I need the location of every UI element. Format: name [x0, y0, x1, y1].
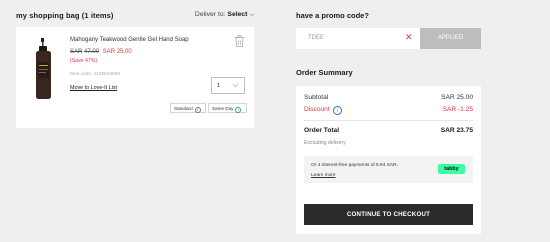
discount-label: Discount	[304, 106, 330, 113]
subtotal-label: Subtotal	[304, 94, 329, 101]
info-icon[interactable]: i	[194, 107, 201, 113]
clear-promo-icon[interactable]: ✕	[405, 32, 413, 43]
shipping-option-standard[interactable]: Standard i	[170, 103, 206, 113]
info-icon[interactable]: i	[235, 107, 242, 113]
info-icon[interactable]: i	[332, 106, 342, 115]
shipping-standard-label: Standard	[174, 106, 193, 111]
applied-button[interactable]: APPLIED	[420, 28, 481, 49]
learn-more-link[interactable]: Learn more	[311, 173, 336, 178]
move-to-love-it-link[interactable]: Move to Love-It List	[70, 85, 117, 91]
installments-text: Or 4 interest-free payments of 5.94 SAR.	[311, 163, 398, 168]
discount-value: SAR -1.25	[442, 106, 473, 113]
divider	[304, 120, 473, 121]
item-code: Item code: 1102642556	[70, 72, 121, 77]
original-price-currency: SAR	[70, 49, 83, 55]
order-total-row: Order Total SAR 23.75	[304, 127, 473, 134]
discount-row: Discount i SAR -1.25	[304, 106, 473, 115]
price-row: SAR 47.00 SAR 25.00	[70, 49, 132, 55]
tabby-installments-box: Or 4 interest-free payments of 5.94 SAR.…	[304, 156, 473, 183]
promo-code-value: TDEE	[308, 35, 325, 41]
chevron-down-icon: ⌵	[249, 12, 254, 18]
quantity-value: 1	[217, 83, 220, 89]
continue-to-checkout-button[interactable]: CONTINUE TO CHECKOUT	[304, 204, 473, 225]
shipping-sameday-label: Same Day	[212, 106, 234, 111]
shipping-option-same-day[interactable]: Same Day i	[208, 103, 247, 113]
trash-icon[interactable]	[234, 35, 245, 47]
subtotal-row: Subtotal SAR 25.00	[304, 94, 473, 101]
subtotal-value: SAR 25.00	[441, 94, 473, 101]
deliver-value: Select	[227, 11, 248, 18]
sale-price: SAR 25.00	[102, 49, 132, 55]
chevron-down-icon: ⌵	[232, 82, 238, 89]
order-total-value: SAR 23.75	[440, 127, 473, 134]
order-summary-card: Subtotal SAR 25.00 Discount i SAR -1.25 O…	[296, 86, 481, 234]
product-name[interactable]: Mahogany Teakwood Gentle Gel Hand Soap	[70, 37, 189, 43]
promo-code-input[interactable]: TDEE ✕	[296, 28, 424, 49]
cart-item-card: Mahogany Teakwood Gentle Gel Hand Soap S…	[16, 27, 254, 128]
excluding-delivery-note: Excluding delivery	[304, 140, 346, 146]
savings-label: (Save 47%)	[70, 58, 98, 64]
order-total-label: Order Total	[304, 127, 340, 134]
tabby-logo: tabby	[438, 164, 465, 174]
deliver-label: Deliver to:	[194, 11, 226, 18]
bag-title: my shopping bag (1 items)	[16, 11, 114, 20]
deliver-to-selector[interactable]: Deliver to: Select ⌵	[195, 11, 254, 19]
quantity-select[interactable]: 1 ⌵	[211, 77, 245, 94]
product-image[interactable]	[33, 38, 54, 100]
original-price: 47.00	[84, 49, 100, 55]
promo-title: have a promo code?	[296, 11, 369, 20]
order-summary-title: Order Summary	[296, 68, 353, 77]
bag-header: my shopping bag (1 items) Deliver to: Se…	[16, 11, 254, 23]
